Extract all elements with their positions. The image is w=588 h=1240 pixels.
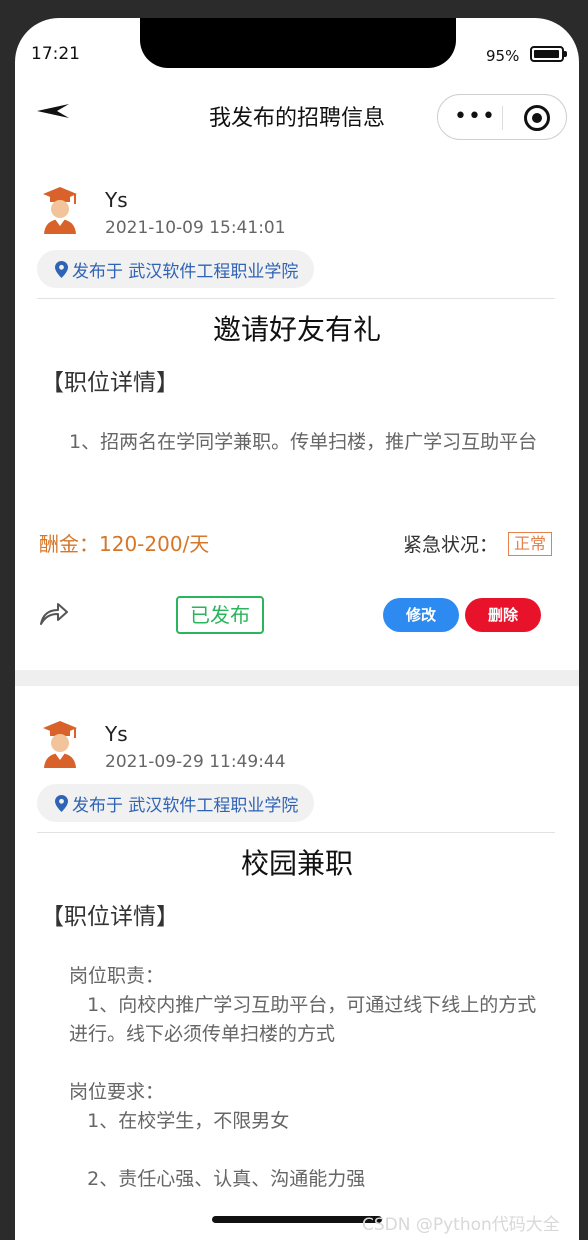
detail-heading: 【职位详情】 [41, 370, 179, 396]
notch [140, 18, 456, 68]
edit-button[interactable]: 修改 [383, 598, 459, 632]
battery-fill [534, 50, 559, 58]
capsule-divider [502, 106, 503, 130]
job-title: 邀请好友有礼 [212, 313, 381, 346]
location-text: 发布于 武汉软件工程职业学院 [72, 261, 299, 282]
target-icon[interactable] [524, 105, 550, 131]
delete-button[interactable]: 删除 [465, 598, 541, 632]
watermark: CSDN @Python代码大全 [362, 1215, 560, 1235]
location-pin-icon [55, 260, 68, 278]
status-badge: 已发布 [176, 596, 264, 634]
more-dots-icon[interactable]: ••• [454, 106, 496, 128]
graduate-avatar-icon [43, 187, 77, 234]
card-separator [15, 670, 579, 686]
divider [37, 298, 555, 299]
phone-screen: 17:21 95% 我发布的招聘信息 ••• Ys 2021-10-09 15:… [15, 18, 579, 1240]
battery-icon [530, 46, 567, 62]
pay-text: 酬金：120-200/天 [39, 532, 210, 556]
divider [37, 832, 555, 833]
share-icon[interactable] [39, 600, 69, 626]
battery-percentage: 95% [486, 47, 520, 65]
graduate-avatar-icon [43, 721, 77, 768]
location-tag: 发布于 武汉软件工程职业学院 [37, 784, 315, 822]
urgency-badge: 正常 [508, 532, 553, 556]
detail-heading: 【职位详情】 [41, 904, 179, 930]
mini-program-capsule: ••• [437, 94, 567, 140]
home-indicator [212, 1216, 382, 1223]
status-time: 17:21 [31, 44, 80, 64]
post-datetime: 2021-10-09 15:41:01 [105, 218, 286, 238]
urgency-label: 紧急状况： [403, 534, 499, 556]
username: Ys [105, 722, 128, 746]
username: Ys [105, 188, 128, 212]
job-title: 校园兼职 [240, 847, 353, 880]
location-tag: 发布于 武汉软件工程职业学院 [37, 250, 315, 288]
location-text: 发布于 武汉软件工程职业学院 [72, 795, 299, 816]
detail-body: 岗位职责： 1、向校内推广学习互助平台，可通过线下线上的方式进行。线下必须传单扫… [69, 965, 537, 1190]
job-post-card: Ys 2021-09-29 11:49:44 发布于 武汉软件工程职业学院 校园… [15, 702, 579, 1240]
detail-body: 1、招两名在学同学兼职。传单扫楼，推广学习互助平台 [69, 431, 538, 453]
location-pin-icon [55, 794, 68, 812]
job-post-card: Ys 2021-10-09 15:41:01 发布于 武汉软件工程职业学院 邀请… [15, 168, 579, 668]
post-datetime: 2021-09-29 11:49:44 [105, 752, 286, 772]
